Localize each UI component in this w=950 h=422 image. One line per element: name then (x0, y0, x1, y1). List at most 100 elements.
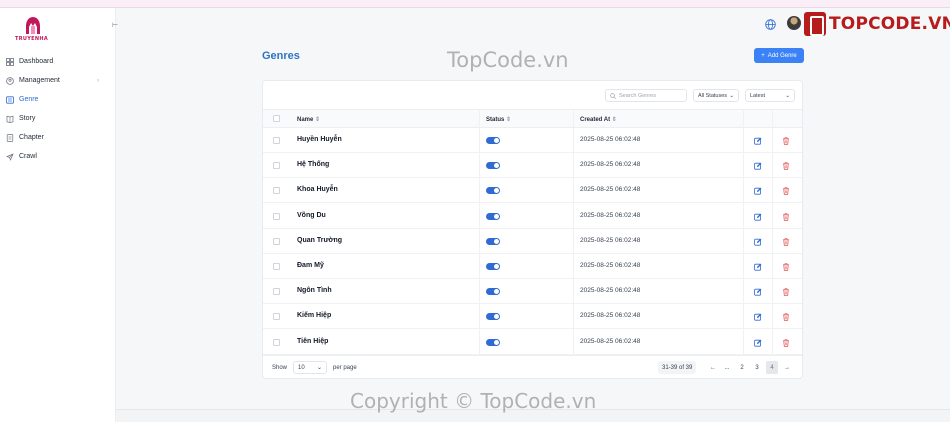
edit-icon[interactable] (754, 313, 762, 321)
language-globe-icon[interactable] (765, 19, 776, 30)
table-row: Hệ Thống 2025-08-25 06:02:48 (263, 153, 802, 179)
select-all-checkbox[interactable] (273, 115, 280, 122)
column-created-header[interactable]: Created At ⇕ (580, 116, 617, 123)
created-at: 2025-08-25 06:02:48 (580, 236, 641, 244)
row-checkbox[interactable] (273, 288, 280, 296)
sidebar-item-label: Dashboard (19, 58, 54, 65)
table-row: Đam Mỹ 2025-08-25 06:02:48 (263, 254, 802, 279)
created-at: 2025-08-25 06:02:48 (580, 161, 641, 169)
add-genre-button[interactable]: + Add Genre (754, 48, 804, 63)
edit-icon[interactable] (754, 187, 762, 195)
plus-icon: + (761, 52, 765, 59)
column-status-header[interactable]: Status ⇕ (486, 116, 511, 123)
sidebar-item-chapter[interactable]: Chapter (0, 128, 116, 147)
next-page-button[interactable]: → (781, 361, 793, 374)
per-page-value: 10 (298, 364, 305, 371)
trash-icon[interactable] (782, 288, 790, 296)
genre-name: Hệ Thống (297, 161, 330, 169)
status-toggle[interactable] (486, 237, 500, 245)
corner-brand-text: TOPCODE.VN (829, 14, 950, 34)
sidebar-item-dashboard[interactable]: Dashboard (0, 52, 116, 71)
user-circle-icon (6, 76, 14, 85)
table-row: Quan Trường 2025-08-25 06:02:48 (263, 229, 802, 254)
chevron-down-icon: ⌄ (785, 92, 790, 99)
page-title: Genres (262, 50, 300, 62)
page-3-button[interactable]: 3 (751, 361, 763, 374)
created-at: 2025-08-25 06:02:48 (580, 337, 641, 345)
status-toggle[interactable] (486, 263, 500, 270)
edit-icon[interactable] (754, 263, 762, 271)
edit-icon[interactable] (754, 238, 762, 246)
sidebar-item-label: Genre (19, 96, 39, 103)
status-filter-value: All Statuses (698, 92, 728, 99)
row-checkbox[interactable] (273, 338, 280, 346)
status-toggle[interactable] (486, 137, 500, 144)
collapse-sidebar-button[interactable]: ⊢ (112, 21, 118, 29)
edit-icon[interactable] (754, 137, 762, 145)
created-at: 2025-08-25 06:02:48 (580, 312, 641, 320)
prev-page-button[interactable]: ← (707, 361, 719, 374)
trash-icon[interactable] (782, 212, 790, 221)
sidebar-item-label: Management (19, 77, 60, 84)
rocket-icon (6, 152, 14, 161)
genre-name: Huyền Huyễn (297, 136, 342, 143)
sidebar-item-genre[interactable]: Genre (0, 90, 116, 109)
sidebar: TRUYENHA ⊢ Dashboard Management › Genre … (0, 8, 118, 422)
trash-icon[interactable] (782, 187, 790, 196)
table-row: Ngôn Tình 2025-08-25 06:02:48 (263, 279, 802, 305)
sort-select[interactable]: Latest ⌄ (745, 89, 795, 102)
edit-icon[interactable] (754, 213, 762, 221)
created-at: 2025-08-25 06:02:48 (580, 287, 641, 295)
edit-icon[interactable] (754, 339, 762, 347)
genres-table-card: Search Genres All Statuses ⌄ Latest ⌄ Na… (262, 80, 803, 379)
trash-icon[interactable] (782, 263, 790, 271)
row-checkbox[interactable] (273, 137, 280, 144)
trash-icon[interactable] (782, 162, 790, 170)
row-checkbox[interactable] (273, 187, 280, 195)
status-toggle[interactable] (486, 288, 500, 296)
sort-icon: ⇕ (611, 117, 617, 123)
created-at: 2025-08-25 06:02:48 (580, 186, 641, 194)
watermark-bottom: Copyright © TopCode.vn (350, 389, 597, 413)
row-checkbox[interactable] (273, 237, 280, 245)
add-genre-label: Add Genre (767, 52, 797, 59)
table-row: Võng Du 2025-08-25 06:02:48 (263, 204, 802, 229)
sidebar-item-label: Chapter (19, 134, 44, 141)
trash-icon[interactable] (782, 313, 790, 322)
row-checkbox[interactable] (273, 212, 280, 220)
top-strip (0, 0, 950, 8)
user-avatar[interactable] (787, 16, 801, 30)
genre-name: Tiên Hiệp (297, 337, 329, 345)
column-name-header[interactable]: Name ⇕ (297, 116, 320, 123)
search-input[interactable]: Search Genres (605, 89, 687, 102)
genre-name: Võng Du (297, 211, 326, 219)
status-toggle[interactable] (486, 212, 500, 220)
status-filter-select[interactable]: All Statuses ⌄ (693, 89, 739, 102)
edit-icon[interactable] (754, 162, 762, 170)
row-checkbox[interactable] (273, 263, 280, 270)
sidebar-item-crawl[interactable]: Crawl (0, 147, 116, 166)
sort-value: Latest (750, 92, 765, 99)
trash-icon[interactable] (782, 137, 790, 145)
status-toggle[interactable] (486, 162, 500, 170)
edit-icon[interactable] (754, 288, 762, 296)
chevron-down-icon: ⌄ (729, 92, 734, 99)
search-icon (610, 92, 616, 99)
page-4-button[interactable]: 4 (766, 361, 778, 374)
status-toggle[interactable] (486, 338, 500, 346)
status-toggle[interactable] (486, 187, 500, 195)
genre-name: Khoa Huyễn (297, 186, 338, 194)
row-checkbox[interactable] (273, 162, 280, 170)
logo-text: TRUYENHA (15, 36, 48, 42)
status-toggle[interactable] (486, 313, 500, 321)
per-page-select[interactable]: 10 ⌄ (293, 361, 327, 374)
created-at: 2025-08-25 06:02:48 (580, 211, 641, 219)
genre-name: Kiếm Hiệp (297, 312, 332, 320)
sidebar-item-story[interactable]: Story (0, 109, 116, 128)
sidebar-item-management[interactable]: Management › (0, 71, 116, 90)
trash-icon[interactable] (782, 237, 790, 246)
page-2-button[interactable]: 2 (736, 361, 748, 374)
row-checkbox[interactable] (273, 313, 280, 321)
trash-icon[interactable] (782, 338, 790, 347)
sidebar-item-label: Story (19, 115, 36, 122)
